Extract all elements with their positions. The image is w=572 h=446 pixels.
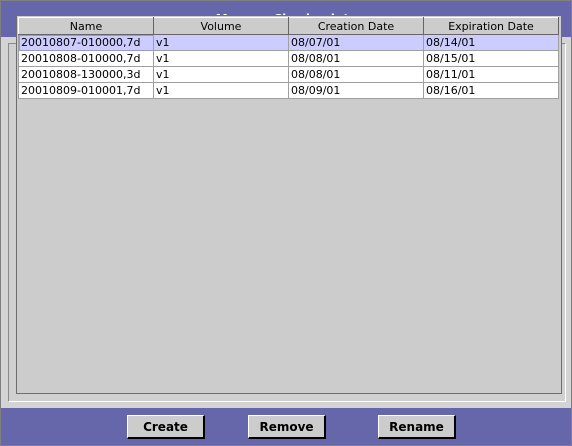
remove-button[interactable]: Remove <box>248 415 326 439</box>
table-scroll-area[interactable]: Name Volume Creation Date Expiration Dat… <box>18 17 560 392</box>
cell-expiration-date: 08/14/01 <box>423 34 559 51</box>
table-row[interactable]: 20010808-010000,7d v1 08/08/01 08/15/01 <box>18 50 559 67</box>
cell-volume: v1 <box>153 82 289 99</box>
table-row[interactable]: 20010807-010000,7d v1 08/07/01 08/14/01 <box>18 34 559 51</box>
table-row[interactable]: 20010808-130000,3d v1 08/08/01 08/11/01 <box>18 66 559 83</box>
table-header-row: Name Volume Creation Date Expiration Dat… <box>18 17 559 35</box>
checkpoints-table: Name Volume Creation Date Expiration Dat… <box>18 17 559 99</box>
column-header-creation-date[interactable]: Creation Date <box>288 17 424 35</box>
cell-expiration-date: 08/11/01 <box>423 66 559 83</box>
cell-name: 20010808-010000,7d <box>18 50 154 67</box>
cell-name: 20010808-130000,3d <box>18 66 154 83</box>
cell-expiration-date: 08/16/01 <box>423 82 559 99</box>
manage-checkpoints-window: Manage Checkpoints Name Volume Creation … <box>0 0 572 446</box>
checkpoints-table-container: Name Volume Creation Date Expiration Dat… <box>16 15 562 394</box>
create-button[interactable]: Create <box>127 415 205 439</box>
cell-creation-date: 08/09/01 <box>288 82 424 99</box>
cell-creation-date: 08/08/01 <box>288 66 424 83</box>
column-header-name[interactable]: Name <box>18 17 154 35</box>
button-bar: Create Remove Rename <box>1 408 571 445</box>
cell-volume: v1 <box>153 50 289 67</box>
column-header-volume[interactable]: Volume <box>153 17 289 35</box>
cell-creation-date: 08/07/01 <box>288 34 424 51</box>
cell-name: 20010809-010001,7d <box>18 82 154 99</box>
cell-volume: v1 <box>153 66 289 83</box>
table-row[interactable]: 20010809-010001,7d v1 08/09/01 08/16/01 <box>18 82 559 99</box>
column-header-expiration-date[interactable]: Expiration Date <box>423 17 559 35</box>
cell-name: 20010807-010000,7d <box>18 34 154 51</box>
rename-button[interactable]: Rename <box>378 415 456 439</box>
cell-expiration-date: 08/15/01 <box>423 50 559 67</box>
cell-creation-date: 08/08/01 <box>288 50 424 67</box>
cell-volume: v1 <box>153 34 289 51</box>
